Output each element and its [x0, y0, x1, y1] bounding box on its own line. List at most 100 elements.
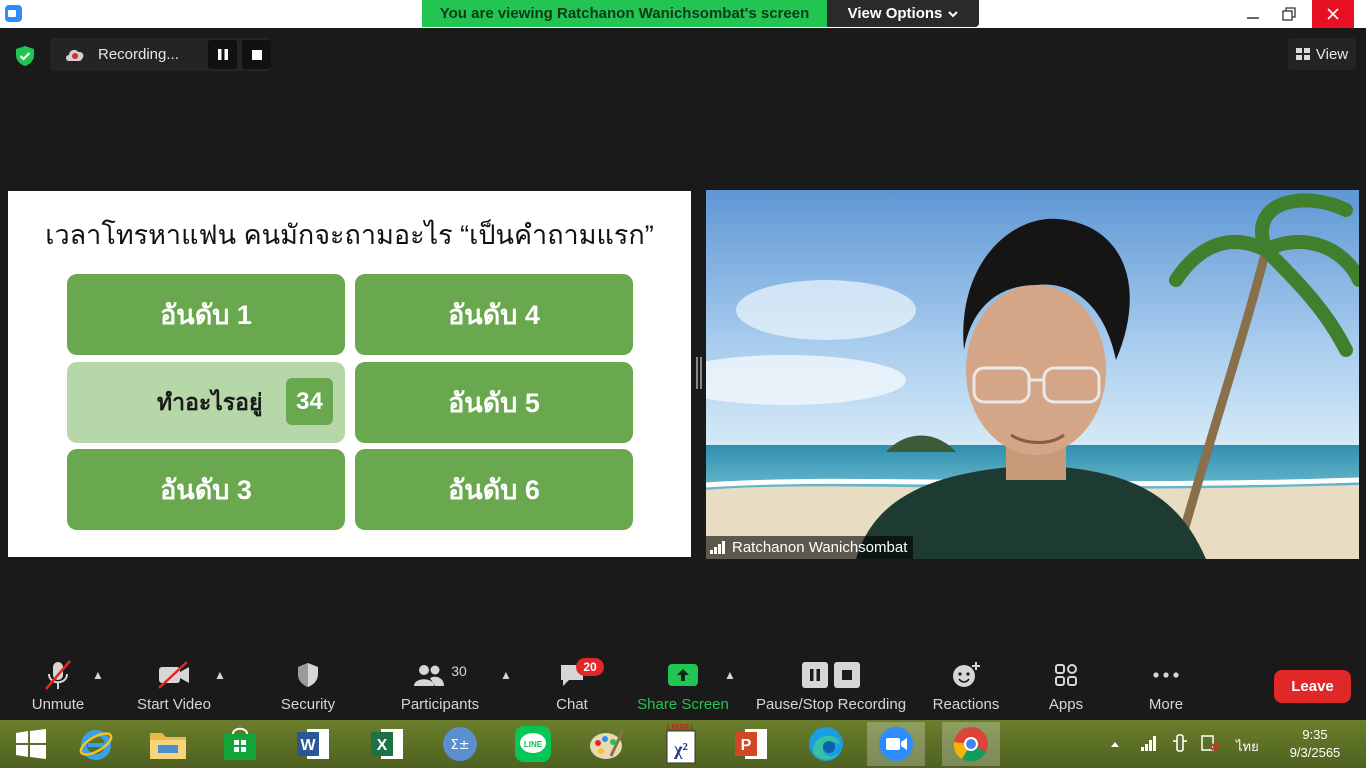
folder-icon	[150, 733, 186, 759]
video-options-caret-icon[interactable]: ▲	[214, 668, 226, 682]
taskbar-lisrel[interactable]: LISREL χ²	[652, 722, 710, 766]
input-language-indicator[interactable]: ไทย	[1236, 736, 1259, 757]
tile-label: อันดับ 5	[448, 388, 540, 418]
taskbar-store[interactable]	[211, 722, 269, 766]
window-title-bar: You are viewing Ratchanon Wanichsombat's…	[0, 0, 1366, 28]
start-video-button[interactable]: Start Video	[132, 656, 216, 716]
encryption-shield-icon[interactable]	[13, 44, 37, 68]
taskbar-powerpoint[interactable]: P	[722, 722, 780, 766]
lisrel-icon: LISREL χ²	[666, 723, 696, 764]
share-screen-icon	[668, 664, 698, 686]
more-label: More	[1148, 696, 1184, 713]
taskbar-math-input[interactable]: Σ±	[431, 722, 489, 766]
apps-label: Apps	[1048, 696, 1084, 713]
chat-label: Chat	[556, 696, 588, 713]
pause-recording-button[interactable]	[208, 40, 237, 69]
line-messenger-icon: LINE	[515, 726, 551, 762]
store-bag-icon	[224, 727, 256, 760]
answer-tile-revealed: ทำอะไรอยู่ 34	[67, 362, 345, 443]
start-video-label: Start Video	[137, 696, 211, 713]
tile-label: อันดับ 1	[160, 300, 252, 330]
edge-icon	[809, 727, 843, 761]
viewing-screen-banner: You are viewing Ratchanon Wanichsombat's…	[422, 0, 827, 27]
svg-text:W: W	[300, 737, 316, 754]
participants-options-caret-icon[interactable]: ▲	[500, 668, 512, 682]
powerpoint-icon: P	[735, 729, 767, 759]
audio-options-caret-icon[interactable]: ▲	[92, 668, 104, 682]
unmute-label: Unmute	[31, 696, 85, 713]
unmute-button[interactable]: Unmute	[22, 656, 94, 716]
taskbar-edge[interactable]	[797, 722, 855, 766]
answer-tile-rank-3: อันดับ 3	[67, 449, 345, 530]
security-button[interactable]: Security	[276, 656, 340, 716]
volume-muted-icon[interactable]	[1200, 733, 1220, 753]
taskbar-line[interactable]: LINE	[504, 722, 562, 766]
word-icon: W	[297, 729, 329, 759]
taskbar-paint[interactable]	[577, 722, 635, 766]
stop-recording-button[interactable]	[242, 40, 271, 69]
share-screen-button[interactable]: Share Screen	[636, 656, 730, 716]
restore-button[interactable]	[1266, 0, 1312, 28]
pause-stop-recording-button[interactable]: Pause/Stop Recording	[752, 656, 910, 716]
math-input-panel-icon: Σ±	[443, 727, 477, 761]
security-label: Security	[280, 696, 336, 713]
taskbar-internet-explorer[interactable]	[67, 722, 125, 766]
start-button[interactable]	[2, 722, 60, 766]
network-signal-icon[interactable]	[1140, 734, 1158, 752]
zoom-icon	[879, 727, 913, 761]
close-button[interactable]	[1312, 0, 1354, 28]
share-options-caret-icon[interactable]: ▲	[724, 668, 736, 682]
more-button[interactable]: More	[1140, 656, 1192, 716]
cloud-recording-icon	[66, 49, 84, 61]
tile-label: อันดับ 6	[448, 475, 540, 505]
system-clock[interactable]: 9:35 9/3/2565	[1285, 726, 1345, 762]
chevron-down-icon	[948, 10, 959, 17]
stop-icon	[251, 49, 262, 60]
answer-tile-rank-4: อันดับ 4	[355, 274, 633, 355]
apps-button[interactable]: Apps	[1040, 656, 1092, 716]
tile-label: อันดับ 4	[448, 300, 540, 330]
svg-text:Σ±: Σ±	[450, 738, 469, 753]
clock-date: 9/3/2565	[1289, 745, 1341, 760]
reactions-label: Reactions	[932, 696, 1000, 713]
taskbar-file-explorer[interactable]	[139, 722, 197, 766]
answer-tile-rank-1: อันดับ 1	[67, 274, 345, 355]
more-dots-icon	[1153, 672, 1179, 678]
view-options-button[interactable]: View Options	[827, 0, 979, 27]
taskbar-chrome[interactable]	[942, 722, 1000, 766]
answer-tile-rank-5: อันดับ 5	[355, 362, 633, 443]
apps-icon	[1055, 664, 1077, 686]
participants-button[interactable]: 30 Participants	[398, 656, 482, 716]
paint-palette-icon	[590, 729, 625, 759]
power-plug-icon[interactable]	[1170, 733, 1190, 753]
taskbar-excel[interactable]: X	[358, 722, 416, 766]
internet-explorer-icon	[79, 730, 113, 760]
show-hidden-icons-icon[interactable]	[1110, 740, 1120, 748]
participant-video	[706, 190, 1359, 559]
virtual-background-beach	[706, 190, 1359, 559]
svg-text:LINE: LINE	[524, 740, 543, 749]
restore-icon	[1282, 7, 1296, 21]
chrome-icon	[953, 727, 988, 762]
leave-meeting-button[interactable]: Leave	[1274, 670, 1351, 703]
pause-recording-icon	[802, 662, 828, 688]
svg-text:LISREL: LISREL	[667, 723, 696, 732]
recording-panel: Recording...	[50, 38, 271, 71]
view-layout-button[interactable]: View	[1288, 38, 1356, 70]
recording-status-label: Recording...	[98, 46, 179, 63]
muted-microphone-icon	[45, 660, 71, 690]
tile-answer-text: ทำอะไรอยู่	[157, 388, 263, 415]
signal-strength-icon	[710, 540, 726, 554]
participant-name: Ratchanon Wanichsombat	[732, 539, 908, 556]
panel-splitter-handle[interactable]	[696, 357, 702, 389]
zoom-app-icon	[5, 5, 22, 22]
participant-name-tag: Ratchanon Wanichsombat	[706, 536, 914, 559]
chat-unread-badge: 20	[576, 658, 604, 676]
reactions-button[interactable]: Reactions	[928, 656, 1004, 716]
close-icon	[1327, 8, 1339, 20]
answer-score-badge: 34	[286, 378, 333, 425]
taskbar-word[interactable]: W	[284, 722, 342, 766]
participants-count: 30	[451, 663, 467, 679]
taskbar-zoom[interactable]	[867, 722, 925, 766]
participants-icon	[414, 665, 445, 686]
